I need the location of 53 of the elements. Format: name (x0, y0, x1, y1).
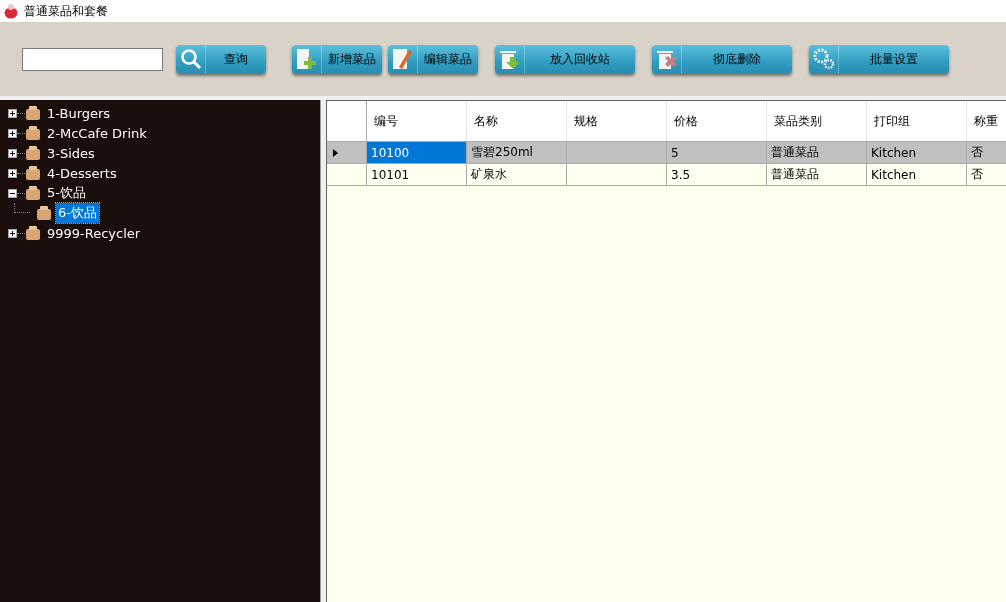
box-icon (25, 125, 41, 141)
table-cell: 5 (671, 145, 679, 160)
table-cell: 普通菜品 (771, 144, 819, 161)
table-cell: 10101 (371, 167, 410, 182)
row-pointer-icon (333, 148, 338, 157)
tree-item[interactable]: 5-饮品 (45, 183, 88, 203)
column-header[interactable]: 菜品类别 (767, 101, 867, 141)
box-icon (25, 145, 41, 161)
expander-box[interactable] (8, 128, 17, 138)
document-plus-icon (294, 47, 319, 71)
tree-item[interactable]: 6-饮品 (56, 203, 99, 223)
table-cell: 矿泉水 (471, 166, 507, 183)
table-cell: 3.5 (671, 167, 691, 182)
box-icon (36, 205, 52, 221)
box-icon (25, 225, 41, 241)
tree-item[interactable]: 9999-Recycler (45, 224, 143, 242)
toolbar-button[interactable]: 新增菜品 (292, 44, 382, 74)
column-header[interactable]: 价格 (667, 101, 767, 141)
tree-item[interactable]: 2-McCafe Drink (45, 124, 149, 142)
app-icon (4, 3, 18, 19)
table-cell: 10100 (371, 145, 410, 160)
box-icon (25, 185, 41, 201)
expander-box[interactable] (8, 148, 17, 158)
column-header[interactable]: 编号 (367, 101, 467, 141)
table-cell: 否 (971, 144, 983, 161)
column-header[interactable]: 规格 (567, 101, 667, 141)
column-header[interactable]: 称重 (967, 101, 1006, 141)
column-header[interactable]: 打印组 (867, 101, 967, 141)
search-icon (179, 48, 202, 70)
column-header[interactable]: 名称 (467, 101, 567, 141)
table-cell: 雪碧250ml (471, 144, 533, 161)
window-title: 普通菜品和套餐 (24, 2, 108, 20)
expander-box[interactable] (8, 188, 17, 198)
tree-item[interactable]: 1-Burgers (45, 104, 113, 122)
toolbar-button[interactable]: 批量设置 (809, 44, 949, 74)
toolbar-button[interactable]: 编辑菜品 (388, 44, 478, 74)
toolbar-button[interactable]: 彻底删除 (652, 44, 792, 74)
table-cell: Kitchen (871, 145, 917, 160)
box-icon (25, 105, 41, 121)
table-cell: Kitchen (871, 167, 917, 182)
tree-item[interactable]: 3-Sides (45, 144, 97, 162)
tree-item[interactable]: 4-Desserts (45, 164, 119, 182)
expander-box[interactable] (8, 108, 17, 118)
table-cell: 否 (971, 166, 983, 183)
document-pencil-icon (390, 47, 415, 71)
expander-box[interactable] (8, 168, 17, 178)
expander-box[interactable] (8, 228, 17, 238)
toolbar-button[interactable]: 查询 (176, 44, 266, 74)
gears-icon (811, 47, 836, 71)
table-cell: 普通菜品 (771, 166, 819, 183)
box-icon (25, 165, 41, 181)
search-field[interactable] (22, 47, 163, 71)
toolbar-button[interactable]: 放入回收站 (495, 44, 635, 74)
